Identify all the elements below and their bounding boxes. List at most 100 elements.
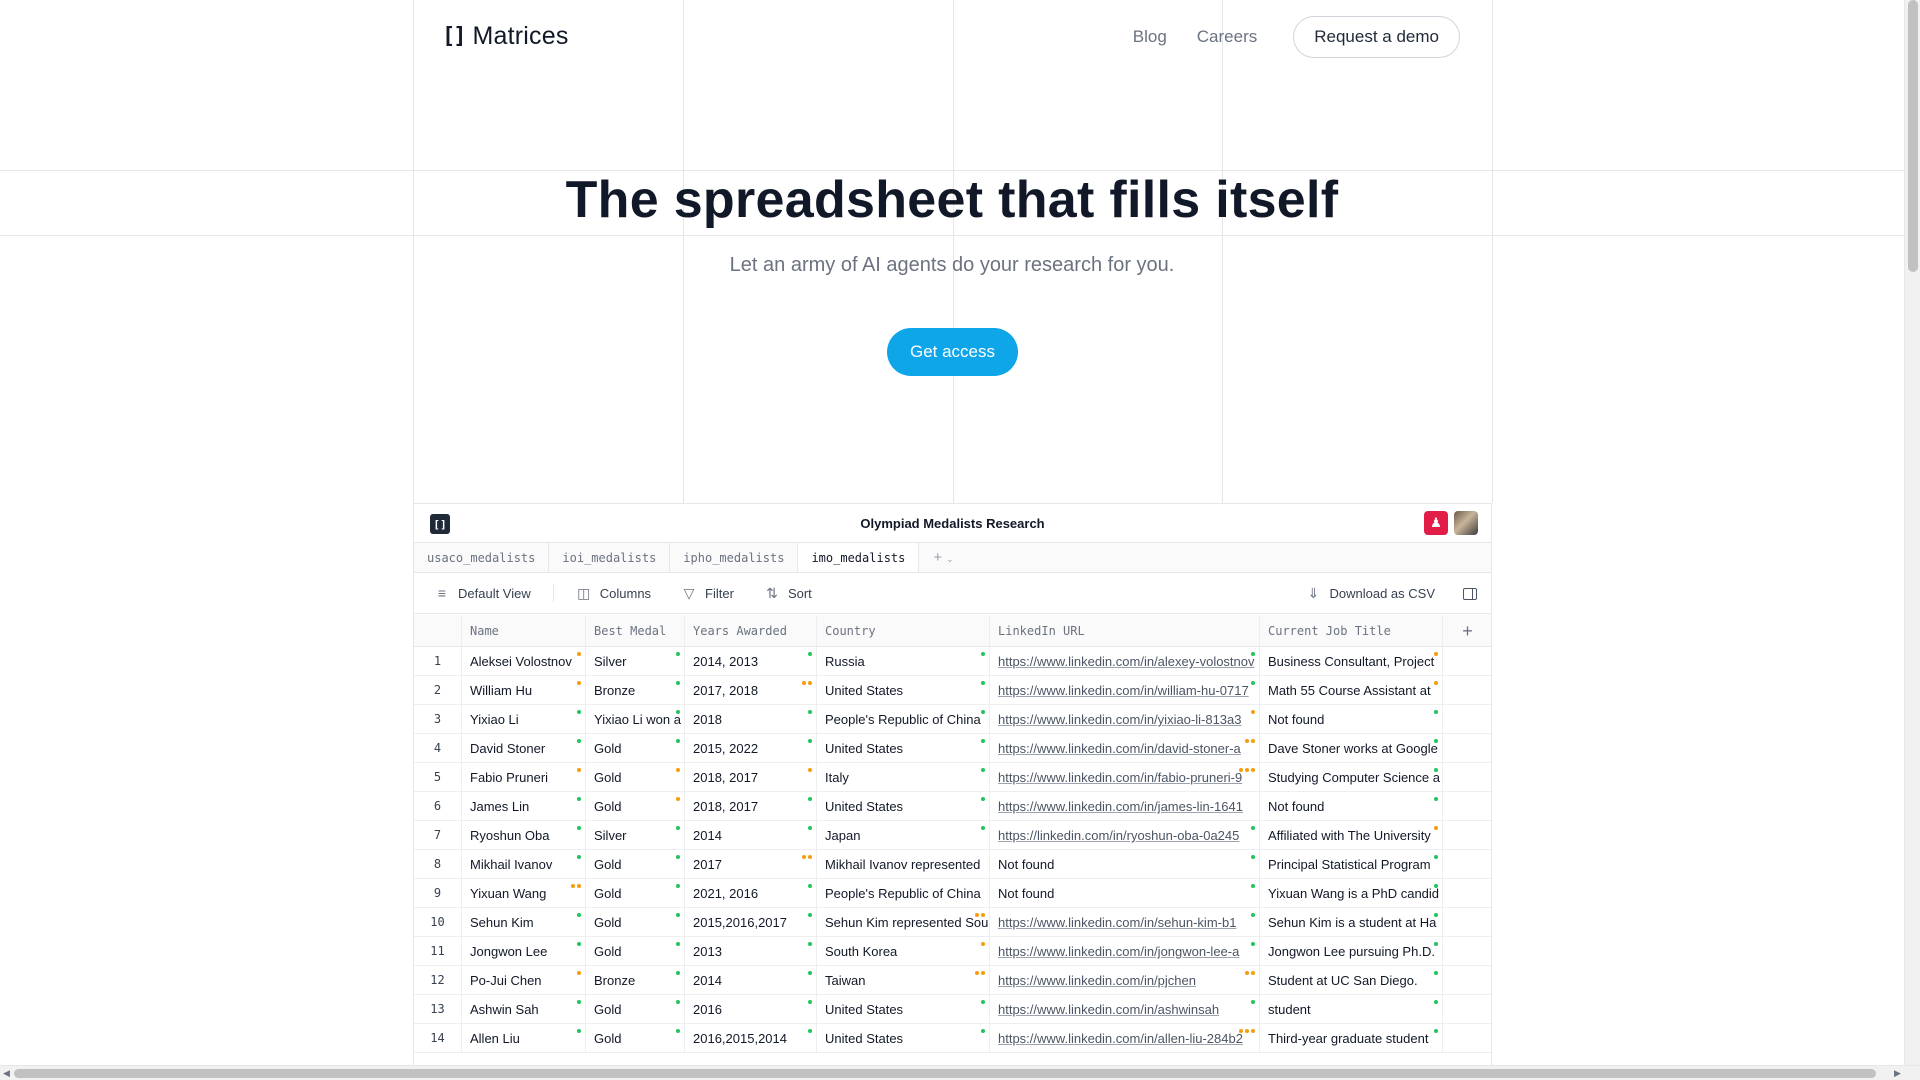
site-logo[interactable]: [] Matrices [442, 22, 569, 51]
cell-current-job-title[interactable]: Affiliated with The University [1260, 821, 1443, 849]
cell-country[interactable]: South Korea [817, 937, 990, 965]
cell-years-awarded[interactable]: 2018, 2017 [685, 792, 817, 820]
cell-linkedin-url[interactable]: https://www.linkedin.com/in/alexey-volos… [990, 647, 1260, 675]
cell-current-job-title[interactable]: Not found [1260, 705, 1443, 733]
cell-name[interactable]: Fabio Pruneri [462, 763, 586, 791]
cell-linkedin-url[interactable]: https://www.linkedin.com/in/ashwinsah [990, 995, 1260, 1023]
linkedin-link[interactable]: https://www.linkedin.com/in/david-stoner… [998, 741, 1241, 756]
table-row[interactable]: 8 Mikhail Ivanov Gold 2017 Mikhail Ivanov re… [414, 850, 1491, 879]
cell-best-medal[interactable]: Yixiao Li won a [586, 705, 685, 733]
user-avatar-icon[interactable]: ♟ [1424, 511, 1448, 535]
cell-best-medal[interactable]: Bronze [586, 966, 685, 994]
cell-best-medal[interactable]: Silver [586, 647, 685, 675]
scrollbar-thumb[interactable] [1908, 0, 1918, 272]
table-row[interactable]: 11 Jongwon Lee Gold 2013 South Korea https://… [414, 937, 1491, 966]
horizontal-scrollbar[interactable]: ◀ ▶ [0, 1065, 1920, 1080]
cell-best-medal[interactable]: Gold [586, 734, 685, 762]
table-row[interactable]: 3 Yixiao Li Yixiao Li won a 2018 People's Re… [414, 705, 1491, 734]
linkedin-link[interactable]: https://www.linkedin.com/in/jongwon-lee-… [998, 944, 1239, 959]
cell-current-job-title[interactable]: Student at UC San Diego. [1260, 966, 1443, 994]
columns-button[interactable]: ◫ Columns [576, 585, 651, 602]
cell-linkedin-url[interactable]: https://www.linkedin.com/in/jongwon-lee-… [990, 937, 1260, 965]
cell-current-job-title[interactable]: Principal Statistical Program [1260, 850, 1443, 878]
cell-name[interactable]: Yixuan Wang [462, 879, 586, 907]
cell-name[interactable]: David Stoner [462, 734, 586, 762]
table-row[interactable]: 4 David Stoner Gold 2015, 2022 United States… [414, 734, 1491, 763]
cell-years-awarded[interactable]: 2018 [685, 705, 817, 733]
cell-years-awarded[interactable]: 2017, 2018 [685, 676, 817, 704]
linkedin-link[interactable]: https://www.linkedin.com/in/pjchen [998, 973, 1196, 988]
sort-button[interactable]: ⇅ Sort [764, 585, 812, 602]
cell-linkedin-url[interactable]: Not found [990, 850, 1260, 878]
cell-country[interactable]: United States [817, 734, 990, 762]
column-header-best-medal[interactable]: Best Medal [586, 615, 685, 646]
cell-linkedin-url[interactable]: https://www.linkedin.com/in/pjchen [990, 966, 1260, 994]
cell-years-awarded[interactable]: 2021, 2016 [685, 879, 817, 907]
cell-country[interactable]: People's Republic of China [817, 705, 990, 733]
cell-name[interactable]: Jongwon Lee [462, 937, 586, 965]
table-row[interactable]: 9 Yixuan Wang Gold 2021, 2016 People's Repub… [414, 879, 1491, 908]
scroll-left-icon[interactable]: ◀ [3, 1068, 10, 1079]
table-row[interactable]: 1 Aleksei Volostnov Silver 2014, 2013 Russia… [414, 647, 1491, 676]
linkedin-link[interactable]: https://www.linkedin.com/in/fabio-pruner… [998, 770, 1242, 785]
table-row[interactable]: 14 Allen Liu Gold 2016,2015,2014 United Stat… [414, 1024, 1491, 1053]
cell-current-job-title[interactable]: Not found [1260, 792, 1443, 820]
cell-name[interactable]: Aleksei Volostnov [462, 647, 586, 675]
cell-linkedin-url[interactable]: https://www.linkedin.com/in/david-stoner… [990, 734, 1260, 762]
cell-years-awarded[interactable]: 2015, 2022 [685, 734, 817, 762]
cell-best-medal[interactable]: Gold [586, 850, 685, 878]
linkedin-link[interactable]: https://www.linkedin.com/in/allen-liu-28… [998, 1031, 1243, 1046]
cell-linkedin-url[interactable]: https://www.linkedin.com/in/fabio-pruner… [990, 763, 1260, 791]
cell-best-medal[interactable]: Gold [586, 937, 685, 965]
app-logo-icon[interactable]: [] [430, 514, 450, 534]
cell-name[interactable]: Ryoshun Oba [462, 821, 586, 849]
cell-years-awarded[interactable]: 2016 [685, 995, 817, 1023]
filter-button[interactable]: ▽ Filter [681, 585, 734, 602]
cell-current-job-title[interactable]: student [1260, 995, 1443, 1023]
cell-years-awarded[interactable]: 2018, 2017 [685, 763, 817, 791]
table-row[interactable]: 7 Ryoshun Oba Silver 2014 Japan https://linke… [414, 821, 1491, 850]
nav-careers[interactable]: Careers [1197, 16, 1257, 58]
cell-current-job-title[interactable]: Business Consultant, Project [1260, 647, 1443, 675]
cell-linkedin-url[interactable]: https://www.linkedin.com/in/yixiao-li-81… [990, 705, 1260, 733]
cell-current-job-title[interactable]: Jongwon Lee pursuing Ph.D. [1260, 937, 1443, 965]
linkedin-link[interactable]: https://www.linkedin.com/in/sehun-kim-b1 [998, 915, 1236, 930]
cell-country[interactable]: United States [817, 792, 990, 820]
cell-best-medal[interactable]: Gold [586, 1024, 685, 1052]
tab-ioi-medalists[interactable]: ioi_medalists [549, 543, 671, 572]
default-view-button[interactable]: ≡ Default View [434, 585, 531, 601]
cell-name[interactable]: Allen Liu [462, 1024, 586, 1052]
cell-years-awarded[interactable]: 2014 [685, 821, 817, 849]
cell-best-medal[interactable]: Gold [586, 763, 685, 791]
cell-country[interactable]: Mikhail Ivanov represented [817, 850, 990, 878]
table-row[interactable]: 2 William Hu Bronze 2017, 2018 United States… [414, 676, 1491, 705]
linkedin-link[interactable]: https://www.linkedin.com/in/james-lin-16… [998, 799, 1243, 814]
add-column-button[interactable]: + [1443, 615, 1491, 646]
linkedin-link[interactable]: https://www.linkedin.com/in/william-hu-0… [998, 683, 1249, 698]
column-header-name[interactable]: Name [462, 615, 586, 646]
cell-country[interactable]: Italy [817, 763, 990, 791]
cell-best-medal[interactable]: Gold [586, 792, 685, 820]
column-header-country[interactable]: Country [817, 615, 990, 646]
cell-name[interactable]: Yixiao Li [462, 705, 586, 733]
cell-current-job-title[interactable]: Math 55 Course Assistant at [1260, 676, 1443, 704]
cell-best-medal[interactable]: Gold [586, 995, 685, 1023]
add-tab-button[interactable]: + ⌄ [919, 543, 967, 572]
cell-country[interactable]: United States [817, 676, 990, 704]
cell-name[interactable]: Po-Jui Chen [462, 966, 586, 994]
cell-name[interactable]: James Lin [462, 792, 586, 820]
cell-country[interactable]: Japan [817, 821, 990, 849]
tab-usaco-medalists[interactable]: usaco_medalists [414, 543, 550, 572]
cell-current-job-title[interactable]: Sehun Kim is a student at Ha [1260, 908, 1443, 936]
side-panel-icon[interactable] [1463, 587, 1477, 600]
cell-name[interactable]: Ashwin Sah [462, 995, 586, 1023]
table-row[interactable]: 13 Ashwin Sah Gold 2016 United States https:/… [414, 995, 1491, 1024]
cell-current-job-title[interactable]: Dave Stoner works at Google [1260, 734, 1443, 762]
cell-country[interactable]: United States [817, 1024, 990, 1052]
cell-current-job-title[interactable]: Third-year graduate student [1260, 1024, 1443, 1052]
cell-years-awarded[interactable]: 2015,2016,2017 [685, 908, 817, 936]
column-header-years-awarded[interactable]: Years Awarded [685, 615, 817, 646]
cell-country[interactable]: Taiwan [817, 966, 990, 994]
column-header-linkedin-url[interactable]: LinkedIn URL [990, 615, 1260, 646]
cell-current-job-title[interactable]: Studying Computer Science a [1260, 763, 1443, 791]
